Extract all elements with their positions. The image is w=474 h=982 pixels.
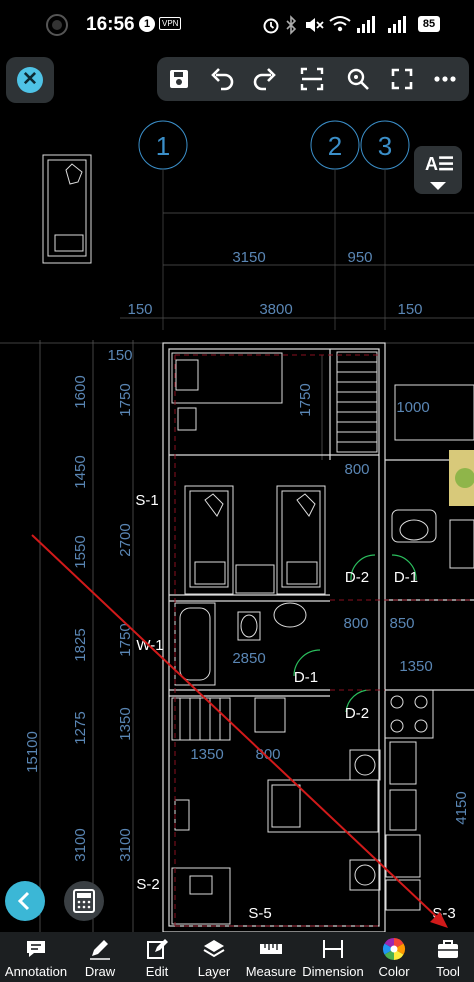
tool-measure[interactable]: Measure: [242, 932, 300, 982]
annotation-icon: [27, 941, 45, 957]
tool-edit-label: Edit: [145, 964, 169, 979]
tool-tool-label: Tool: [436, 964, 460, 979]
dim-1000: 1000: [396, 399, 429, 416]
dim-1750-b: 1750: [297, 383, 314, 416]
bed-block-top: [42, 154, 92, 264]
bluetooth-icon: [286, 15, 297, 35]
dim-800-b: 800: [343, 615, 368, 632]
tool-tool[interactable]: Tool: [422, 932, 474, 982]
zoom-icon[interactable]: [342, 63, 374, 95]
dim-150-b: 150: [397, 301, 422, 318]
dim-1275: 1275: [72, 711, 89, 744]
dim-4150: 4150: [453, 791, 470, 824]
label-s2: S-2: [136, 876, 159, 893]
more-options-icon[interactable]: [429, 63, 461, 95]
text-style-button[interactable]: A☰: [414, 146, 462, 194]
red-arrow-annotation[interactable]: [31, 534, 448, 928]
notification-badge: 1: [139, 16, 155, 32]
undo-icon[interactable]: [206, 63, 238, 95]
pencil-icon: [90, 940, 110, 960]
edit-icon: [147, 939, 168, 959]
dim-2850: 2850: [232, 650, 265, 667]
status-bar: 16:56 1 VPN 85: [0, 0, 474, 50]
toolbox-icon: [438, 940, 458, 958]
furniture: [171, 352, 381, 925]
tool-edit[interactable]: Edit: [128, 932, 186, 982]
dim-850: 850: [389, 615, 414, 632]
dim-15100: 15100: [24, 731, 41, 773]
bottom-toolbar: Annotation Draw Edit Layer Measure Dimen…: [0, 932, 474, 982]
close-button[interactable]: ✕: [6, 57, 54, 103]
top-toolbar: [157, 57, 469, 101]
tool-color[interactable]: Color: [366, 932, 422, 982]
dim-150-a: 150: [127, 301, 152, 318]
dim-1550: 1550: [72, 535, 89, 568]
mute-icon: [306, 18, 324, 32]
dim-1825: 1825: [72, 628, 89, 661]
plant-block: [449, 450, 474, 506]
tag-labels: S-1 D-2 D-1 W-1 D-1 D-2 S-2 S-5 S-3: [135, 492, 455, 922]
close-icon: ✕: [17, 67, 43, 93]
battery-indicator: 85: [418, 16, 440, 32]
camera-cutout-icon: [46, 14, 68, 36]
label-d1-a: D-1: [394, 569, 418, 586]
tool-draw-label: Draw: [84, 964, 116, 979]
dim-1750-a: 1750: [117, 383, 134, 416]
grid-bubbles: [138, 120, 410, 330]
grid-bubble-label-3: 3: [378, 131, 392, 161]
color-wheel-icon: [383, 938, 405, 960]
tool-measure-label: Measure: [245, 964, 297, 979]
alarm-icon: [263, 18, 279, 34]
ruler-icon: [260, 944, 282, 954]
grid-bubble-label-2: 2: [328, 131, 342, 161]
label-s5: S-5: [248, 905, 271, 922]
tool-dimension-label: Dimension: [302, 964, 364, 979]
label-s1: S-1: [135, 492, 158, 509]
scan-area-icon[interactable]: [296, 63, 328, 95]
dim-1350-a: 1350: [399, 658, 432, 675]
grid-bubble-label-1: 1: [156, 131, 170, 161]
tool-layer-label: Layer: [197, 964, 231, 979]
label-d2-a: D-2: [345, 569, 369, 586]
signal-icon-1: [357, 16, 375, 33]
signal-icon-2: [388, 16, 406, 33]
dim-150-c: 150: [107, 347, 132, 364]
dimension-icon: [323, 940, 343, 958]
tool-annotation[interactable]: Annotation: [0, 932, 72, 982]
dim-3800: 3800: [259, 301, 292, 318]
dim-1450: 1450: [72, 455, 89, 488]
cad-drawing-canvas[interactable]: 1 2 3 3150 950 150 3800 150 150 1000 800…: [0, 100, 474, 932]
dim-2700: 2700: [117, 523, 134, 556]
redo-icon[interactable]: [249, 63, 281, 95]
calculator-button[interactable]: [64, 881, 104, 921]
tool-color-label: Color: [378, 964, 410, 979]
chevron-down-icon: [430, 182, 446, 190]
label-d1-b: D-1: [294, 669, 318, 686]
calculator-icon: [73, 889, 95, 913]
text-style-icon: A☰: [425, 154, 455, 174]
label-d2-b: D-2: [345, 705, 369, 722]
wifi-icon: [329, 16, 351, 32]
collapse-button[interactable]: [5, 881, 45, 921]
layers-icon: [203, 940, 225, 958]
status-time: 16:56: [86, 14, 135, 35]
tool-draw[interactable]: Draw: [72, 932, 128, 982]
stair-block: [336, 351, 378, 453]
dim-1350-b: 1350: [117, 707, 134, 740]
vpn-indicator: VPN: [159, 17, 182, 30]
tool-layer[interactable]: Layer: [186, 932, 242, 982]
chevron-left-icon: [17, 891, 30, 911]
dim-3100-b: 3100: [117, 828, 134, 861]
tool-dimension[interactable]: Dimension: [300, 932, 366, 982]
dashed-lines: [174, 354, 474, 927]
dim-1350-c: 1350: [190, 746, 223, 763]
dim-3150: 3150: [232, 249, 265, 266]
tool-annotation-label: Annotation: [4, 964, 68, 979]
dim-800-a: 800: [344, 461, 369, 478]
dim-3100-a: 3100: [72, 828, 89, 861]
dim-1600: 1600: [72, 375, 89, 408]
fullscreen-icon[interactable]: [386, 63, 418, 95]
dim-950: 950: [347, 249, 372, 266]
save-icon[interactable]: [163, 63, 195, 95]
